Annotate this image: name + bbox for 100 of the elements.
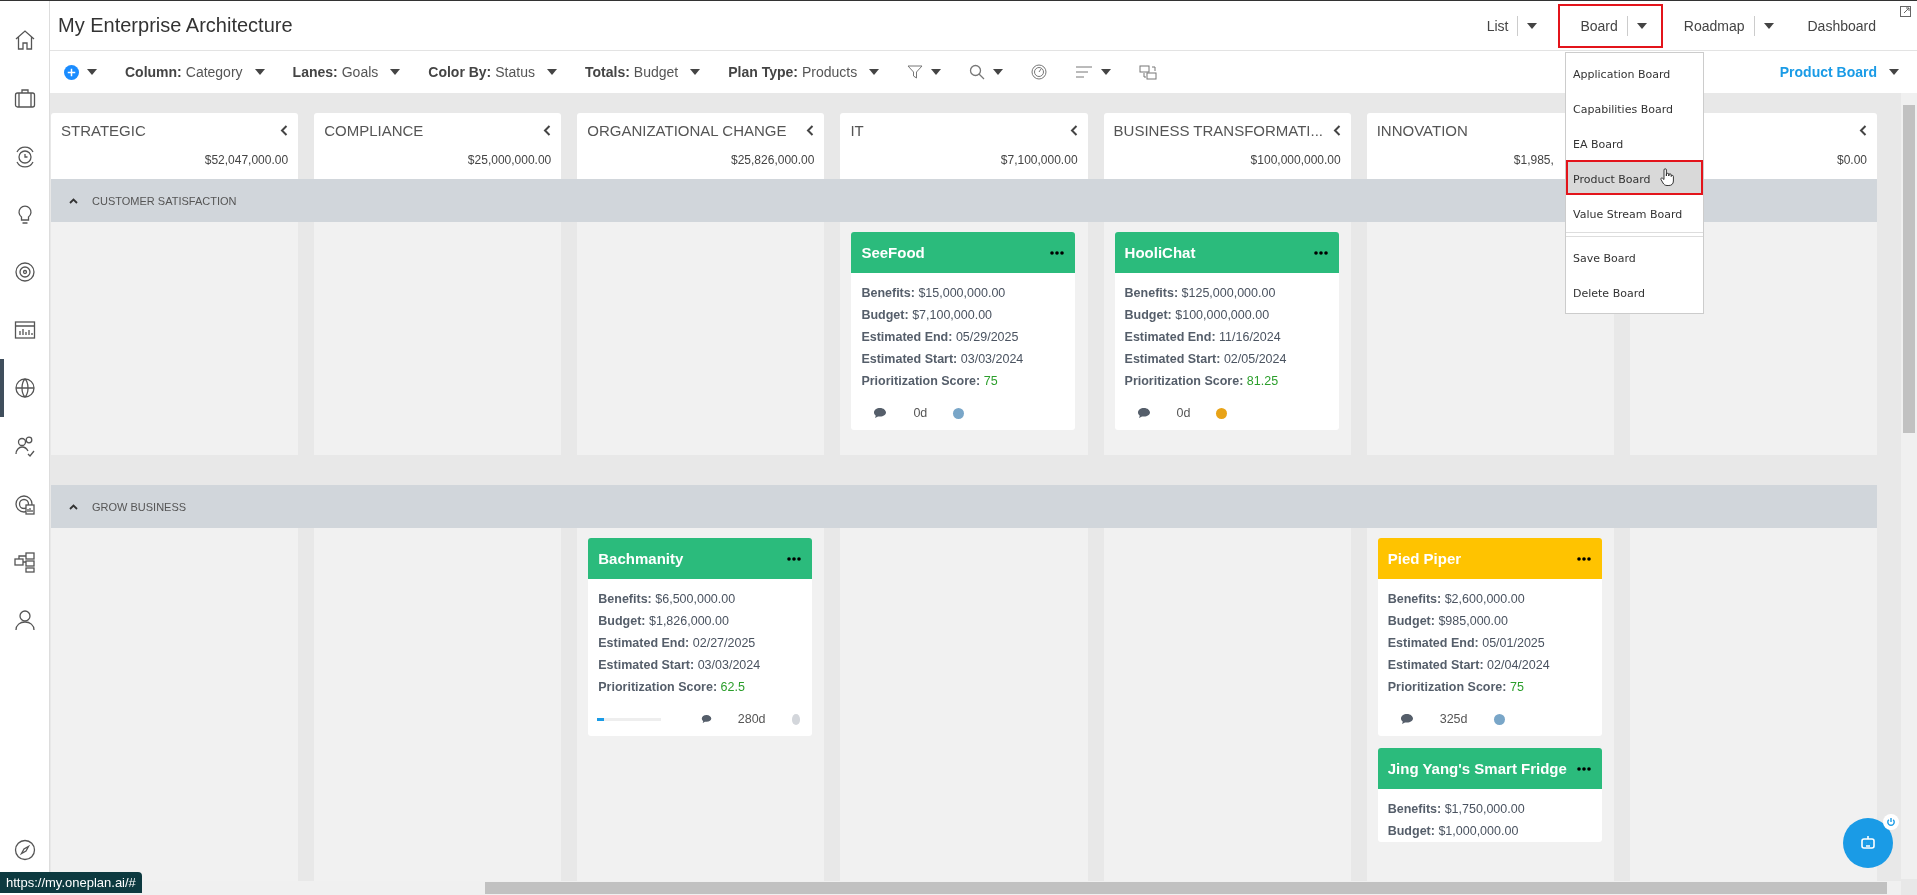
field-value: 11/16/2024 <box>1219 330 1281 344</box>
page-title: My Enterprise Architecture <box>58 14 293 37</box>
field-label: Prioritization Score: <box>1387 680 1507 694</box>
collapse-icon[interactable] <box>806 124 815 136</box>
collapse-icon[interactable] <box>1859 124 1867 136</box>
caret-icon <box>1636 22 1647 29</box>
comment-icon[interactable] <box>873 407 888 419</box>
menu-item[interactable]: Product Board <box>1566 160 1703 195</box>
plan-card[interactable]: Jing Yang's Smart Fridge Benefits: $1,750,000.00 Budget: $1,000,000.00 <box>1377 748 1602 842</box>
plan-card[interactable]: SeeFood Benefits: $15,000,000.00 Budget: $7,100,000.00 Estimated End: 05/29/2025 Estimated Start: 03/03/2024 Prioritization Score: 75 0d <box>851 232 1076 430</box>
column-title: ORGANIZATIONAL CHANGE <box>587 121 787 139</box>
comment-icon[interactable] <box>1399 713 1414 725</box>
menu-item[interactable]: EA Board <box>1566 125 1703 160</box>
column-title: IT <box>850 121 864 139</box>
field-value: $1,750,000.00 <box>1444 802 1525 816</box>
more-icon[interactable] <box>787 556 802 561</box>
field-value: $2,600,000.00 <box>1444 592 1525 606</box>
more-icon[interactable] <box>1313 250 1328 255</box>
robot-icon <box>1859 834 1877 852</box>
sort-lines-icon <box>1075 65 1094 79</box>
caret-icon <box>993 69 1004 75</box>
filter-icon <box>907 64 924 80</box>
search-icon <box>969 64 986 80</box>
menu-item[interactable]: Application Board <box>1566 55 1703 90</box>
gauge-button[interactable] <box>1031 64 1048 80</box>
column-title: BUSINESS TRANSFORMATI... <box>1113 121 1324 139</box>
collapse-icon[interactable] <box>280 124 289 136</box>
field-label: Estimated End: <box>861 330 953 344</box>
view-tab[interactable]: Roadmap <box>1670 3 1787 48</box>
field-value: $1,826,000.00 <box>649 614 729 628</box>
menu-item[interactable]: Capabilities Board <box>1566 90 1703 125</box>
plan-card[interactable]: Bachmanity Benefits: $6,500,000.00 Budget: $1,826,000.00 Estimated End: 02/27/2025 Estimated Start: 03/03/2024 Prioritization Score: 62.5 280d <box>588 538 813 736</box>
caret-icon <box>1889 69 1899 75</box>
field-value: $15,000,000.00 <box>918 286 1006 300</box>
filter-dropdown[interactable]: Column: Category <box>125 64 265 80</box>
field-label: Estimated End: <box>1124 330 1216 344</box>
caret-icon <box>1527 22 1538 29</box>
column-title: INNOVATION <box>1376 121 1468 139</box>
more-icon[interactable] <box>1050 250 1065 255</box>
view-tab[interactable]: Board <box>1558 3 1663 48</box>
caret-icon <box>390 69 401 75</box>
view-tab[interactable]: List <box>1473 3 1551 48</box>
target-icon <box>12 260 37 284</box>
bar-chart-icon <box>12 318 37 342</box>
field-value: $7,100,000.00 <box>912 308 993 322</box>
plan-card[interactable]: Pied Piper Benefits: $2,600,000.00 Budget: $985,000.00 Estimated End: 05/01/2025 Estimated Start: 02/04/2024 Prioritization Score: 75 325d <box>1377 538 1602 736</box>
column-total: $7,100,000.00 <box>1000 153 1078 167</box>
caret-icon <box>690 69 701 75</box>
field-label: Estimated End: <box>598 636 690 650</box>
filter-dropdown[interactable]: Totals: Budget <box>585 64 701 80</box>
field-label: Estimated Start: <box>1387 658 1484 672</box>
user-icon <box>12 608 37 632</box>
add-button[interactable] <box>64 64 97 80</box>
menu-item[interactable]: Delete Board <box>1566 274 1703 309</box>
column-total: $100,000,000.00 <box>1250 153 1341 167</box>
field-value: 62.5 <box>720 680 745 694</box>
view-tab[interactable]: Dashboard <box>1794 3 1889 48</box>
swap-layout-button[interactable] <box>1139 64 1158 80</box>
vertical-scrollbar[interactable] <box>1901 93 1917 879</box>
plan-card[interactable]: HooliChat Benefits: $125,000,000.00 Budget: $100,000,000.00 Estimated End: 11/16/2024 Estimated Start: 02/05/2024 Prioritization Score: 81.25 0d <box>1114 232 1339 430</box>
field-label: Benefits: <box>1387 802 1442 816</box>
filter-dropdown[interactable]: Plan Type: Products <box>728 64 880 80</box>
duration-text: 280d <box>737 712 766 726</box>
lane-header[interactable]: GROW BUSINESS <box>51 485 1877 528</box>
field-value: 03/03/2024 <box>697 658 761 672</box>
collapse-icon[interactable] <box>1332 124 1341 136</box>
field-value: $6,500,000.00 <box>655 592 736 606</box>
field-value: $125,000,000.00 <box>1181 286 1276 300</box>
field-label: Benefits: <box>861 286 915 300</box>
caret-icon <box>869 69 880 75</box>
comment-icon[interactable] <box>700 713 712 725</box>
more-icon[interactable] <box>1576 556 1591 561</box>
field-label: Budget: <box>1387 614 1435 628</box>
menu-item[interactable]: Save Board <box>1566 239 1703 274</box>
filter-dropdown[interactable]: Color By: Status <box>428 64 557 80</box>
field-label: Budget: <box>861 308 909 322</box>
status-url-tooltip: https://my.oneplan.ai/# <box>0 872 142 893</box>
field-label: Benefits: <box>1124 286 1179 300</box>
globe-icon <box>12 376 37 400</box>
more-icon[interactable] <box>1576 766 1591 771</box>
filter-dropdown[interactable]: Lanes: Goals <box>292 64 401 80</box>
expand-icon[interactable] <box>1900 6 1911 17</box>
collapse-icon[interactable] <box>543 124 552 136</box>
card-title: HooliChat <box>1124 244 1196 261</box>
caret-icon <box>254 69 265 75</box>
hand-cursor-icon <box>1660 168 1674 186</box>
power-icon <box>1886 817 1896 827</box>
column-total: $1,985, <box>1513 153 1554 167</box>
search-button[interactable] <box>969 64 1004 80</box>
blocks-icon <box>12 550 37 574</box>
filter-button[interactable] <box>907 64 942 80</box>
column-total: $0.00 <box>1836 153 1867 167</box>
caret-icon <box>1763 22 1774 29</box>
collapse-icon[interactable] <box>1069 124 1078 136</box>
people-check-icon <box>12 434 37 458</box>
sort-button[interactable] <box>1075 65 1112 79</box>
caret-icon <box>547 69 557 75</box>
power-badge[interactable] <box>1883 814 1899 830</box>
compass-icon <box>12 838 37 862</box>
comment-icon[interactable] <box>1136 407 1151 419</box>
